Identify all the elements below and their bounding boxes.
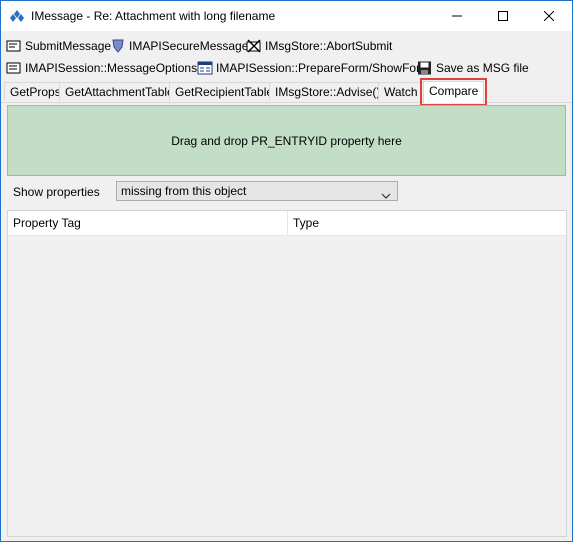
drop-zone-text: Drag and drop PR_ENTRYID property here — [171, 133, 402, 148]
column-header-type[interactable]: Type — [288, 211, 566, 235]
tab-watch[interactable]: Watch — [378, 82, 424, 101]
abort-icon — [246, 39, 262, 53]
shield-icon — [110, 39, 126, 53]
toolbar-secondary: IMAPISession::MessageOptions() IMAPISess… — [1, 57, 572, 79]
close-icon — [544, 11, 554, 21]
submit-message-label: SubmitMessage — [25, 39, 112, 53]
diamond-app-icon — [9, 9, 25, 23]
tab-getprops[interactable]: GetProps — [4, 82, 67, 101]
save-msg-label: Save as MSG file — [436, 61, 529, 75]
show-properties-dropdown[interactable]: missing from this object — [116, 181, 398, 201]
column-header-property-tag[interactable]: Property Tag — [8, 211, 288, 235]
tab-getattachmenttable[interactable]: GetAttachmentTable — [59, 82, 180, 101]
submit-icon — [6, 39, 22, 53]
message-options-button[interactable]: IMAPISession::MessageOptions() — [6, 60, 205, 76]
abort-submit-label: IMsgStore::AbortSubmit — [265, 39, 393, 53]
chevron-down-icon — [381, 188, 391, 202]
toolbar-primary: SubmitMessage IMAPISecureMessage IMsgSto… — [1, 35, 572, 57]
entryid-drop-zone[interactable]: Drag and drop PR_ENTRYID property here — [7, 105, 566, 176]
message-options-label: IMAPISession::MessageOptions() — [25, 61, 206, 75]
tab-getrecipienttable[interactable]: GetRecipientTable — [169, 82, 280, 101]
dropdown-selected-value: missing from this object — [121, 184, 247, 198]
property-grid[interactable]: Property Tag Type — [7, 210, 567, 537]
maximize-button[interactable] — [480, 1, 526, 31]
secure-message-button[interactable]: IMAPISecureMessage — [110, 38, 248, 54]
abort-submit-button[interactable]: IMsgStore::AbortSubmit — [246, 38, 392, 54]
prepare-form-button[interactable]: IMAPISession::PrepareForm/ShowForm — [197, 60, 430, 76]
title-bar[interactable]: IMessage - Re: Attachment with long file… — [1, 1, 572, 31]
close-button[interactable] — [526, 1, 572, 31]
grid-header: Property Tag Type — [8, 211, 566, 236]
minimize-icon — [452, 15, 462, 17]
save-icon — [417, 61, 433, 75]
tab-compare[interactable]: Compare — [419, 78, 488, 106]
form-icon — [197, 61, 213, 75]
options-icon — [6, 61, 22, 75]
app-window: IMessage - Re: Attachment with long file… — [0, 0, 573, 542]
secure-message-label: IMAPISecureMessage — [129, 39, 249, 53]
minimize-button[interactable] — [434, 1, 480, 31]
tab-strip: GetProps GetAttachmentTable GetRecipient… — [1, 78, 572, 106]
maximize-icon — [498, 11, 508, 21]
show-properties-label: Show properties — [13, 185, 100, 199]
submit-message-button[interactable]: SubmitMessage — [6, 38, 111, 54]
prepare-form-label: IMAPISession::PrepareForm/ShowForm — [216, 61, 431, 75]
window-title: IMessage - Re: Attachment with long file… — [31, 9, 276, 23]
save-msg-button[interactable]: Save as MSG file — [417, 60, 529, 76]
tab-advise[interactable]: IMsgStore::Advise() — [269, 82, 387, 101]
